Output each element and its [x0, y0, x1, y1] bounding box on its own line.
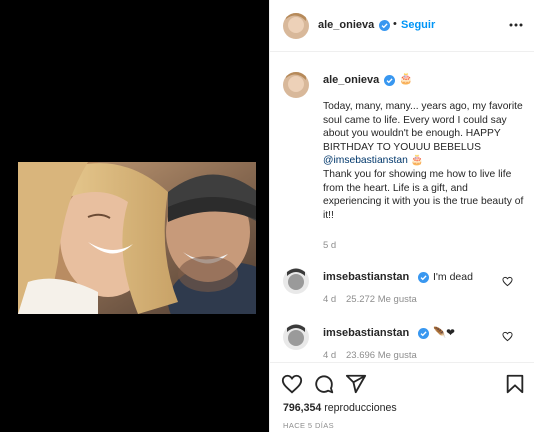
post-details-panel: ale_onieva • Seguir ale_onieva 🎂 Today, …	[269, 0, 534, 432]
comment-text: 🪶❤	[433, 327, 455, 339]
comment-username[interactable]: imsebastianstan	[323, 327, 409, 339]
heart-icon[interactable]	[281, 373, 303, 395]
couple-selfie-image	[18, 162, 256, 314]
bookmark-icon[interactable]	[504, 373, 526, 395]
header-separator: •	[393, 18, 397, 30]
comment-age[interactable]: 4 d	[323, 350, 336, 361]
comment-username[interactable]: imsebastianstan	[323, 271, 409, 283]
follow-button[interactable]: Seguir	[401, 19, 435, 31]
views-label: reproducciones	[321, 402, 397, 414]
post-actions-bar: 796,354 reproducciones HACE 5 DÍAS	[270, 362, 534, 432]
post-time-ago[interactable]: HACE 5 DÍAS	[283, 421, 334, 430]
caption-part3: Thank you for showing me how to live lif…	[323, 168, 524, 221]
share-icon[interactable]	[345, 373, 367, 395]
comment-likes-count[interactable]: 25.272 Me gusta	[346, 294, 417, 305]
comment-age[interactable]: 4 d	[323, 294, 336, 305]
more-options-icon[interactable]	[508, 17, 524, 33]
comment-like-heart-icon[interactable]	[502, 331, 513, 342]
comment-icon[interactable]	[313, 373, 335, 395]
caption-text: Today, many, many... years ago, my favor…	[323, 100, 528, 222]
caption-mention-link[interactable]: @imsebastianstan	[323, 155, 408, 166]
caption-author-avatar[interactable]	[283, 72, 309, 98]
author-username[interactable]: ale_onieva	[318, 19, 374, 31]
comment-avatar[interactable]	[283, 324, 309, 350]
caption-part2: 🎂	[407, 155, 424, 167]
post-media[interactable]	[0, 0, 269, 432]
comment-avatar[interactable]	[283, 268, 309, 294]
post-photo[interactable]	[18, 162, 256, 314]
verified-badge-icon	[379, 20, 390, 31]
views-count: 796,354 reproducciones	[283, 402, 397, 414]
caption-username[interactable]: ale_onieva	[323, 74, 379, 86]
caption-part1: Today, many, many... years ago, my favor…	[323, 101, 523, 153]
post-header: ale_onieva • Seguir	[270, 0, 534, 52]
views-number: 796,354	[283, 402, 322, 414]
caption-verified-badge-icon	[384, 75, 395, 86]
comment-verified-badge-icon	[418, 272, 429, 283]
caption-cake-emoji: 🎂	[399, 73, 413, 85]
caption-age[interactable]: 5 d	[323, 240, 336, 251]
comment-likes-count[interactable]: 23.696 Me gusta	[346, 350, 417, 361]
comment-like-heart-icon[interactable]	[502, 276, 513, 287]
author-avatar[interactable]	[283, 13, 309, 39]
comment-verified-badge-icon	[418, 328, 429, 339]
comment-text: I'm dead	[433, 271, 473, 283]
